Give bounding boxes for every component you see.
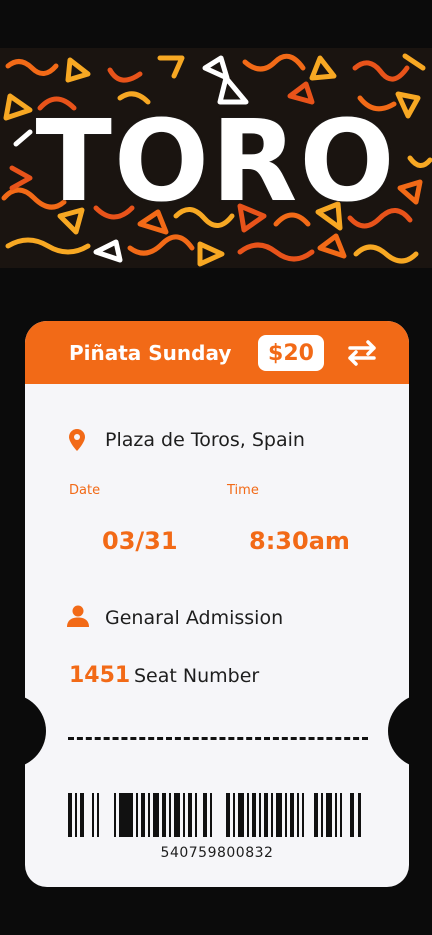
admission-type: Genaral Admission <box>105 607 284 629</box>
time-label: Time <box>227 483 259 498</box>
swap-arrows-icon[interactable] <box>344 338 380 368</box>
date-label: Date <box>69 483 101 498</box>
seat-label: Seat Number <box>134 665 260 687</box>
barcode-number: 540759800832 <box>160 845 274 861</box>
ticket-notch-right <box>388 694 409 768</box>
person-icon <box>67 605 89 627</box>
date-value: 03/31 <box>102 527 178 555</box>
hero-banner: TORO <box>0 48 432 268</box>
ticket-card: Piñata Sunday $20 Plaza de Toros, Spain … <box>25 321 409 887</box>
location-text: Plaza de Toros, Spain <box>105 429 305 451</box>
barcode <box>68 793 361 837</box>
hero-title: TORO <box>35 97 397 227</box>
perforation-line <box>68 737 368 740</box>
seat-number: 1451 <box>69 663 131 688</box>
time-value: 8:30am <box>249 527 350 555</box>
event-name: Piñata Sunday <box>69 341 232 365</box>
ticket-notch-left <box>25 694 46 768</box>
map-pin-icon <box>69 429 85 451</box>
price-badge: $20 <box>258 335 324 371</box>
ticket-header: Piñata Sunday $20 <box>25 321 409 384</box>
